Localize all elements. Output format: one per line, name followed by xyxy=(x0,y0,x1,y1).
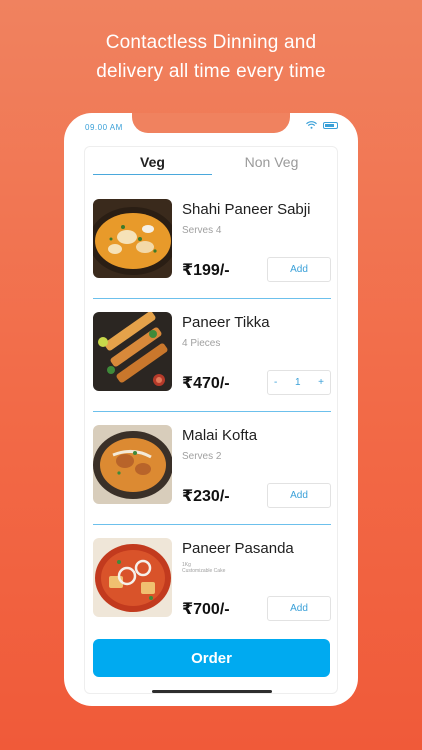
item-note: Customizable Cake xyxy=(182,568,226,574)
battery-icon xyxy=(323,121,338,129)
quantity-stepper: - 1 + xyxy=(267,370,331,395)
add-button[interactable]: Add xyxy=(267,483,331,508)
menu-item: Paneer Pasanda 1Kg Customizable Cake ₹70… xyxy=(93,538,331,628)
item-name: Paneer Tikka xyxy=(182,314,270,331)
item-serving: Serves 2 xyxy=(182,451,222,462)
add-button[interactable]: Add xyxy=(267,257,331,282)
divider xyxy=(93,298,331,299)
menu-item: Malai Kofta Serves 2 ₹230/- Add xyxy=(93,425,331,525)
status-icons xyxy=(306,121,338,129)
tab-non-veg[interactable]: Non Veg xyxy=(212,147,331,175)
item-price: ₹700/- xyxy=(182,601,230,618)
add-button[interactable]: Add xyxy=(267,596,331,621)
divider xyxy=(93,524,331,525)
item-price: ₹230/- xyxy=(182,488,230,505)
divider xyxy=(93,411,331,412)
menu-item: Paneer Tikka 4 Pieces ₹470/- - 1 + xyxy=(93,312,331,412)
phone-notch xyxy=(132,113,290,133)
phone-frame: 09.00 AM Veg Non Veg Shahi Paneer Sabji … xyxy=(64,113,358,706)
headline-line-1: Contactless Dinning and xyxy=(105,32,317,53)
item-price: ₹470/- xyxy=(182,375,230,392)
menu-item: Shahi Paneer Sabji Serves 4 ₹199/- Add xyxy=(93,199,331,299)
food-image-paneer-pasanda xyxy=(93,538,172,617)
wifi-icon xyxy=(306,121,317,129)
food-image-malai-kofta xyxy=(93,425,172,504)
item-serving: Serves 4 xyxy=(182,225,222,236)
tab-veg[interactable]: Veg xyxy=(93,147,212,175)
increment-button[interactable]: + xyxy=(318,377,324,388)
item-price: ₹199/- xyxy=(182,262,230,279)
decrement-button[interactable]: - xyxy=(274,377,277,388)
food-image-paneer-tikka xyxy=(93,312,172,391)
order-button[interactable]: Order xyxy=(93,639,330,677)
item-name: Paneer Pasanda xyxy=(182,540,294,557)
category-tabs: Veg Non Veg xyxy=(93,147,331,175)
home-indicator xyxy=(152,690,272,693)
food-image-shahi-paneer xyxy=(93,199,172,278)
item-name: Shahi Paneer Sabji xyxy=(182,201,311,218)
menu-screen: Veg Non Veg Shahi Paneer Sabji Serves 4 … xyxy=(84,146,338,694)
item-name: Malai Kofta xyxy=(182,427,258,444)
status-time: 09.00 AM xyxy=(85,123,123,132)
promo-headline: Contactless Dinning and delivery all tim… xyxy=(0,28,422,86)
quantity-value: 1 xyxy=(294,377,301,388)
headline-line-2: delivery all time every time xyxy=(96,61,326,82)
item-serving: 4 Pieces xyxy=(182,338,221,349)
